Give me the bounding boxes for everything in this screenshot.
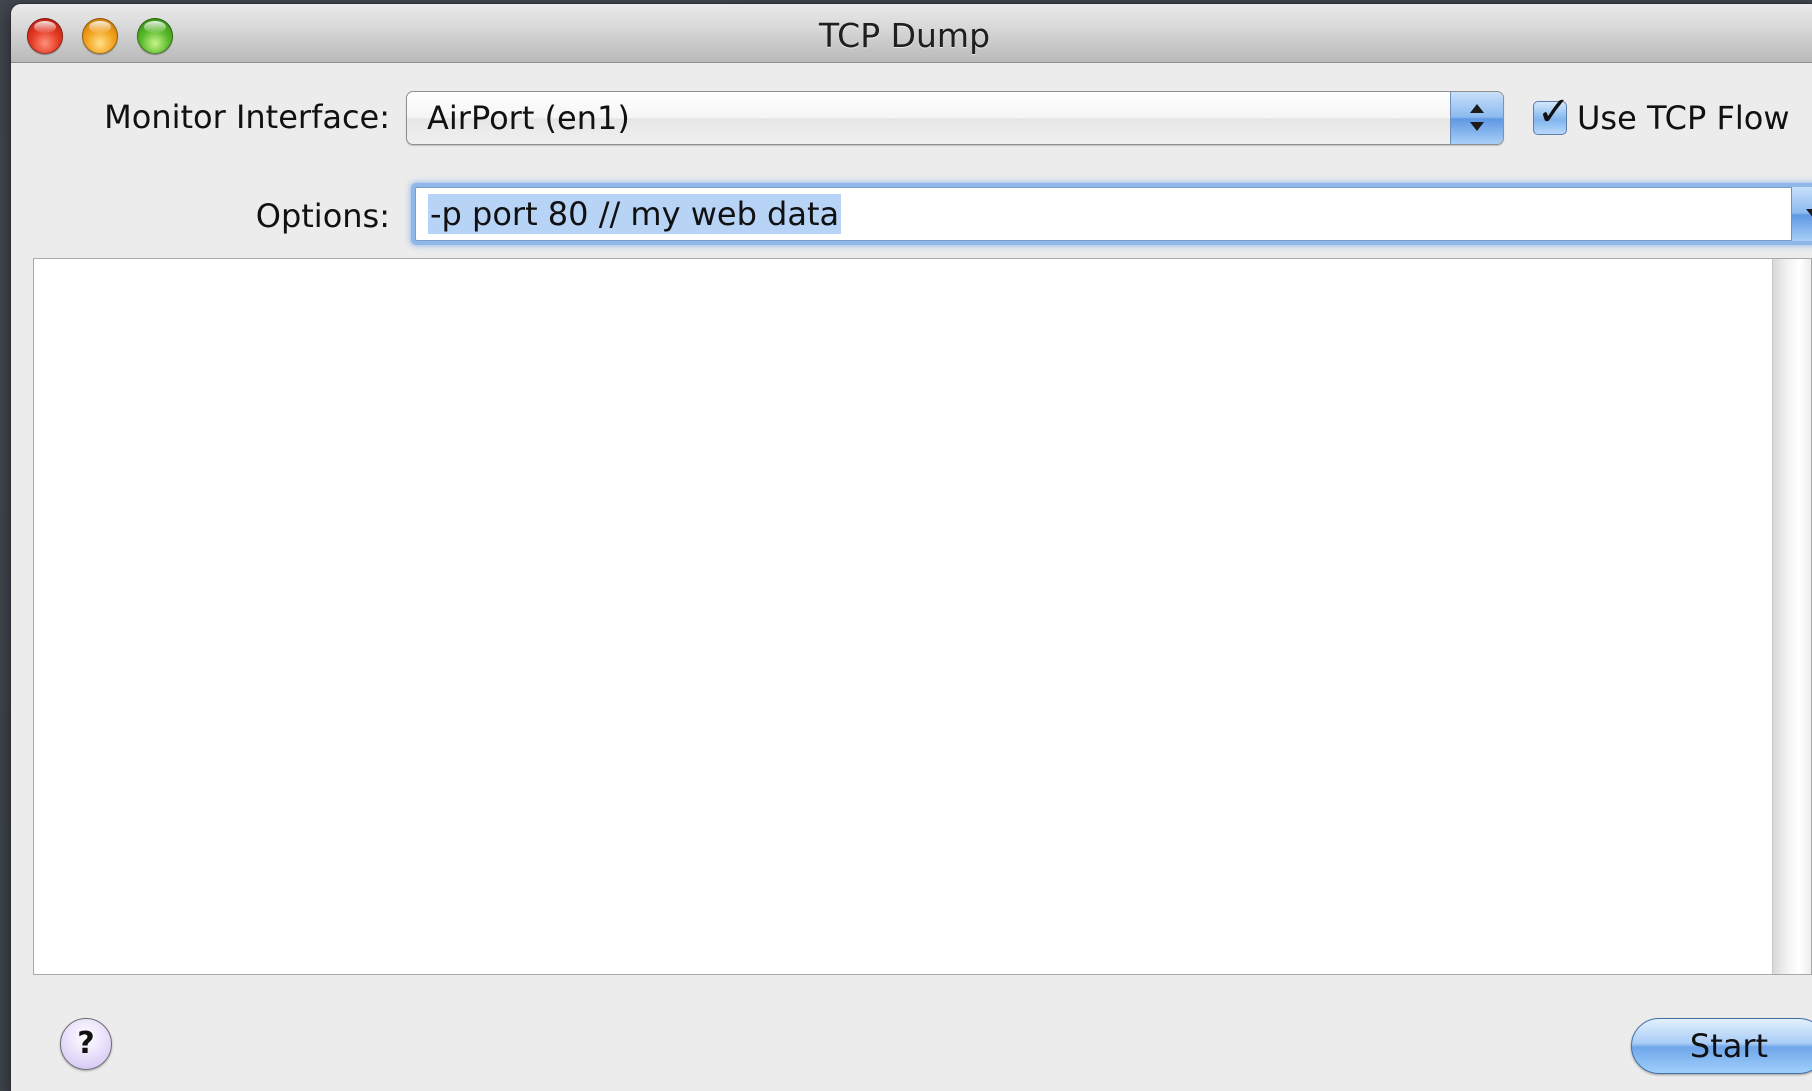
chevron-down-icon[interactable] — [1791, 187, 1812, 241]
checkbox-box[interactable]: ✓ — [1533, 92, 1571, 135]
vertical-scrollbar[interactable] — [1772, 259, 1811, 974]
title-bar[interactable]: TCP Dump — [11, 4, 1812, 63]
monitor-interface-label: Monitor Interface: — [104, 98, 390, 136]
use-tcp-flow-label[interactable]: Use TCP Flow — [1577, 99, 1789, 137]
window-title: TCP Dump — [818, 16, 991, 55]
use-tcp-flow-checkbox[interactable]: ✓ Use TCP Flow — [1533, 92, 1789, 140]
tcp-dump-window: TCP Dump Monitor Interface: AirPort (en1… — [11, 4, 1812, 1091]
monitor-interface-popup[interactable]: AirPort (en1) — [406, 91, 1504, 145]
options-label: Options: — [255, 197, 390, 235]
help-button[interactable]: ? — [60, 1018, 112, 1070]
options-combo-box[interactable]: -p port 80 // my web data — [415, 187, 1812, 241]
start-button[interactable]: Start — [1631, 1018, 1812, 1074]
monitor-interface-value: AirPort (en1) — [427, 99, 630, 137]
options-input[interactable]: -p port 80 // my web data — [428, 194, 842, 234]
up-down-arrows-icon[interactable] — [1450, 92, 1503, 144]
output-text-area[interactable] — [33, 258, 1812, 975]
output-text — [44, 267, 1761, 966]
checkmark-icon: ✓ — [1537, 89, 1571, 135]
